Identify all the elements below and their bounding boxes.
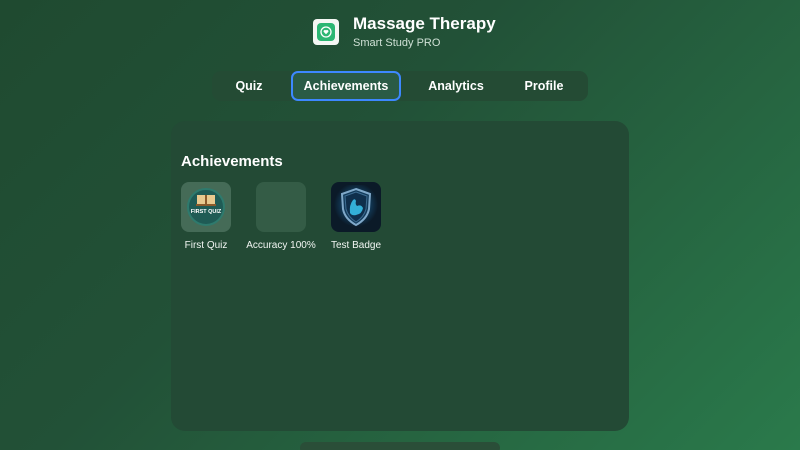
- achievements-heading: Achievements: [181, 153, 283, 170]
- tab-bar: Quiz Achievements Analytics Profile: [212, 71, 588, 101]
- tab-achievements[interactable]: Achievements: [291, 71, 401, 101]
- app-header: Massage Therapy Smart Study PRO: [313, 14, 496, 50]
- heart-hands-icon: [317, 23, 335, 41]
- tab-profile[interactable]: Profile: [510, 71, 578, 101]
- tab-quiz[interactable]: Quiz: [220, 71, 278, 101]
- achievements-panel: Achievements FIRST QUIZ First Quiz Accur…: [171, 121, 629, 431]
- bottom-bar: [300, 442, 500, 450]
- badge-emblem-text: FIRST QUIZ: [191, 209, 222, 215]
- shield-muscle-icon: [331, 182, 381, 232]
- locked-placeholder-icon: [256, 182, 306, 232]
- app-subtitle: Smart Study PRO: [353, 37, 441, 49]
- badge-first-quiz[interactable]: FIRST QUIZ First Quiz: [166, 182, 246, 251]
- badge-test[interactable]: Test Badge: [316, 182, 396, 251]
- badge-label: Accuracy 100%: [246, 240, 316, 251]
- badge-label: First Quiz: [184, 240, 228, 251]
- app-logo: [313, 19, 339, 45]
- first-quiz-book-icon: FIRST QUIZ: [181, 182, 231, 232]
- tab-analytics[interactable]: Analytics: [415, 71, 497, 101]
- app-title: Massage Therapy: [353, 14, 496, 33]
- badge-label: Test Badge: [330, 240, 382, 251]
- badge-accuracy-100[interactable]: Accuracy 100%: [241, 182, 321, 251]
